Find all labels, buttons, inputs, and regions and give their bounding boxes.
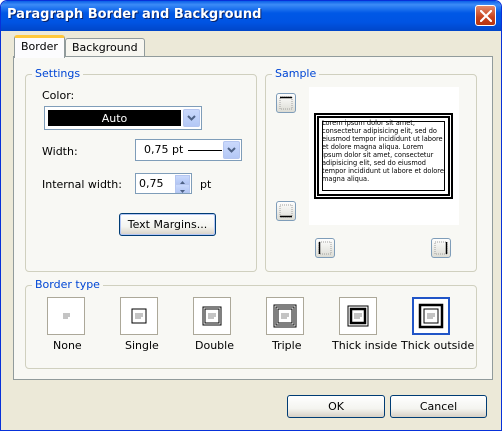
width-dropdown-button[interactable] — [223, 141, 240, 159]
border-left-icon — [318, 241, 332, 255]
line-sample — [188, 150, 222, 151]
tab-border[interactable]: Border — [14, 35, 65, 58]
border-top-button[interactable] — [276, 93, 296, 113]
border-right-icon — [434, 241, 448, 255]
chevron-down-icon — [187, 115, 196, 121]
border-top-icon — [279, 96, 293, 110]
title-bar[interactable]: Paragraph Border and Background — [1, 1, 501, 31]
internal-width-label: Internal width: — [42, 178, 122, 191]
sample-legend: Sample — [272, 67, 320, 80]
border-type-single-label: Single — [125, 339, 159, 352]
border-double-icon — [202, 306, 222, 326]
cancel-label: Cancel — [419, 400, 458, 413]
border-thick-inside-icon — [347, 305, 369, 327]
internal-width-value: 0,75 — [139, 177, 164, 190]
border-none-icon — [63, 313, 70, 319]
internal-width-spinner[interactable]: 0,75 — [135, 173, 192, 194]
border-type-triple-label: Triple — [272, 339, 302, 352]
color-label: Color: — [42, 89, 75, 102]
border-type-double[interactable] — [193, 297, 231, 335]
internal-width-unit: pt — [200, 178, 212, 191]
dialog-window: Paragraph Border and Background Border B… — [0, 0, 502, 431]
tab-background[interactable]: Background — [65, 38, 145, 57]
chevron-down-icon — [227, 147, 236, 153]
border-type-thick-inside[interactable] — [339, 297, 377, 335]
color-dropdown[interactable]: Auto — [44, 106, 202, 130]
spin-down-button[interactable] — [175, 184, 190, 193]
border-type-thick-outside[interactable] — [412, 297, 450, 335]
tab-background-label: Background — [72, 41, 138, 54]
settings-legend: Settings — [32, 67, 84, 80]
ok-button[interactable]: OK — [287, 395, 385, 418]
border-right-button[interactable] — [431, 238, 451, 258]
dialog-title: Paragraph Border and Background — [7, 7, 262, 22]
text-margins-button[interactable]: Text Margins... — [119, 213, 216, 236]
ok-label: OK — [328, 400, 344, 413]
width-label: Width: — [42, 145, 78, 158]
color-dropdown-button[interactable] — [183, 109, 200, 127]
border-bottom-icon — [279, 204, 293, 218]
border-type-none-label: None — [53, 339, 82, 352]
border-thick-outside-icon — [418, 303, 444, 329]
border-type-none[interactable] — [47, 297, 85, 335]
border-type-thick-inside-label: Thick inside — [332, 339, 398, 352]
border-type-double-label: Double — [195, 339, 234, 352]
text-margins-label: Text Margins... — [127, 218, 208, 231]
border-type-legend: Border type — [32, 278, 103, 291]
sample-text-box: Lorem ipsum dolor sit amet, consectetur … — [314, 113, 453, 199]
sample-preview: Lorem ipsum dolor sit amet, consectetur … — [309, 87, 459, 225]
close-button[interactable] — [475, 5, 496, 26]
border-type-group: Border type — [25, 278, 477, 369]
tab-border-label: Border — [21, 40, 58, 53]
close-icon — [480, 10, 492, 22]
border-left-button[interactable] — [315, 238, 335, 258]
cancel-button[interactable]: Cancel — [390, 395, 487, 418]
border-type-single[interactable] — [120, 297, 158, 335]
color-swatch: Auto — [48, 110, 181, 126]
width-value: 0,75 pt — [144, 143, 184, 156]
border-triple-icon — [273, 304, 297, 328]
arrow-down-icon — [180, 190, 185, 193]
border-type-thick-outside-label: Thick outside — [401, 339, 475, 352]
border-single-icon — [131, 308, 147, 324]
spin-up-button[interactable] — [175, 175, 190, 184]
border-bottom-button[interactable] — [276, 201, 296, 221]
border-type-triple[interactable] — [266, 297, 304, 335]
width-dropdown[interactable]: 0,75 pt — [135, 139, 242, 161]
